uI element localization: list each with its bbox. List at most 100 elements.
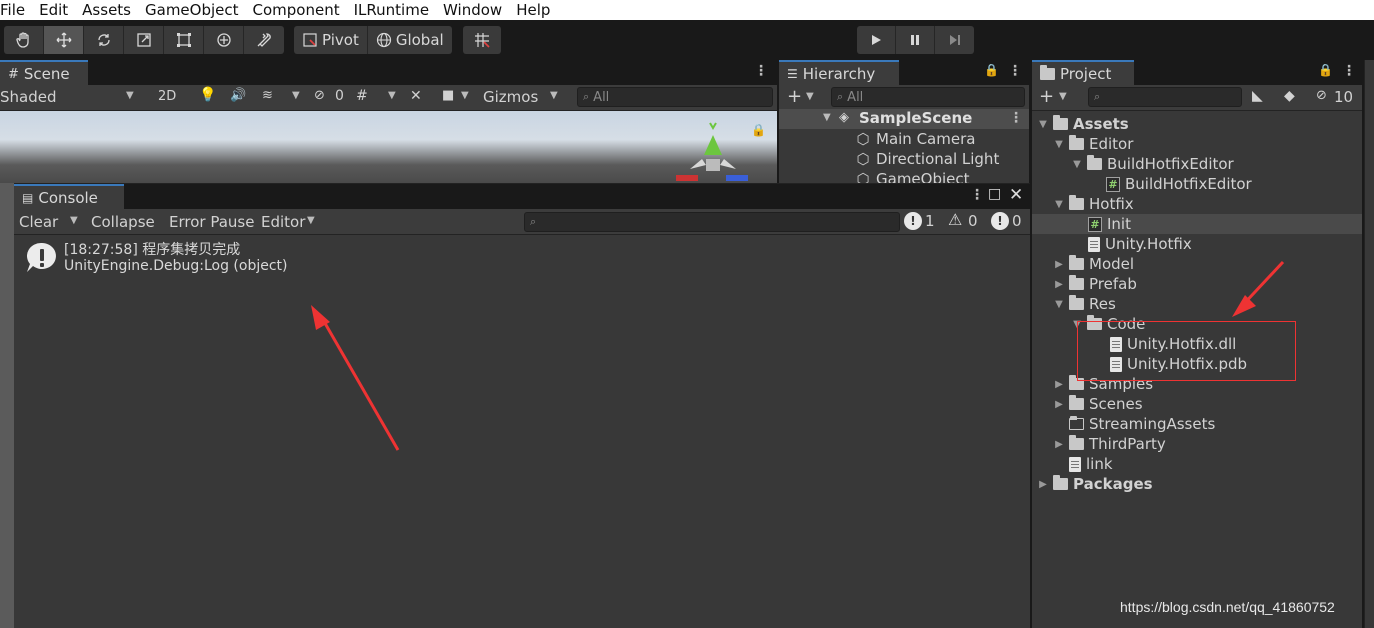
- collapse-toggle[interactable]: Collapse: [91, 213, 155, 231]
- tree-item-buildhotfixeditor-folder[interactable]: ▼ BuildHotfixEditor: [1072, 154, 1234, 174]
- scale-tool-button[interactable]: [124, 26, 164, 54]
- rect-tool-button[interactable]: [164, 26, 204, 54]
- menu-window[interactable]: Window: [443, 0, 509, 20]
- collapsed-triangle-icon[interactable]: ▶: [1054, 259, 1064, 270]
- console-search-input[interactable]: ⌕: [524, 212, 900, 232]
- open-folder-icon: [1069, 135, 1084, 150]
- expand-triangle-icon[interactable]: ▼: [1054, 299, 1064, 310]
- rotate-tool-button[interactable]: [84, 26, 124, 54]
- tab-console[interactable]: ▤ Console: [14, 184, 124, 210]
- collapsed-triangle-icon[interactable]: ▶: [1054, 439, 1064, 450]
- gizmos-dropdown[interactable]: Gizmos: [483, 88, 538, 106]
- expand-triangle-icon[interactable]: ▼: [823, 112, 831, 123]
- hidden-eye-icon[interactable]: ⊘: [1316, 88, 1327, 103]
- add-object-button[interactable]: +: [787, 86, 802, 107]
- kebab-menu-icon[interactable]: ⋮: [970, 187, 984, 203]
- log-entry[interactable]: [18:27:58] 程序集拷贝完成 UnityEngine.Debug:Log…: [14, 236, 1030, 276]
- kebab-menu-icon[interactable]: ⋮: [1342, 63, 1356, 79]
- tree-item-link[interactable]: link: [1054, 454, 1113, 474]
- hierarchy-item[interactable]: ⬡ Directional Light: [855, 149, 999, 169]
- collapsed-triangle-icon[interactable]: ▶: [1054, 279, 1064, 290]
- expand-triangle-icon[interactable]: ▼: [1054, 199, 1064, 210]
- tree-item-thirdparty[interactable]: ▶ ThirdParty: [1054, 434, 1166, 454]
- expand-triangle-icon[interactable]: ▼: [1072, 159, 1082, 170]
- clear-options-chevron-icon[interactable]: ▼: [70, 215, 78, 226]
- filter-by-label-icon[interactable]: ◆: [1284, 88, 1295, 104]
- play-button[interactable]: [857, 26, 896, 54]
- custom-tool-button[interactable]: [244, 26, 284, 54]
- camera-icon[interactable]: ■: [442, 88, 454, 103]
- tab-project[interactable]: Project: [1032, 60, 1134, 86]
- grid-snap-button[interactable]: [463, 26, 501, 54]
- hidden-eye-icon[interactable]: ⊘: [314, 88, 325, 103]
- kebab-menu-icon[interactable]: ⋮: [1009, 110, 1023, 126]
- error-pause-toggle[interactable]: Error Pause: [169, 213, 254, 231]
- collapsed-triangle-icon[interactable]: ▶: [1054, 399, 1064, 410]
- collapsed-triangle-icon[interactable]: ▶: [1054, 379, 1064, 390]
- transform-tool-button[interactable]: [204, 26, 244, 54]
- tab-hierarchy[interactable]: ☰ Hierarchy: [779, 60, 899, 86]
- scene-gizmo-axes-icon[interactable]: [670, 117, 760, 183]
- step-button[interactable]: [935, 26, 974, 54]
- grid-visibility-icon[interactable]: #: [356, 88, 368, 104]
- audio-icon[interactable]: 🔊: [230, 88, 246, 103]
- menu-ilruntime[interactable]: ILRuntime: [354, 0, 436, 20]
- tree-item-editor[interactable]: ▼ Editor: [1054, 134, 1133, 154]
- shading-mode-dropdown[interactable]: Shaded: [0, 88, 57, 106]
- tree-item-prefab[interactable]: ▶ Prefab: [1054, 274, 1137, 294]
- tree-item-buildhotfixeditor-script[interactable]: # BuildHotfixEditor: [1106, 174, 1252, 194]
- hierarchy-item[interactable]: ⬡ Main Camera: [855, 129, 975, 149]
- error-icon[interactable]: !: [991, 212, 1009, 230]
- menu-help[interactable]: Help: [516, 0, 557, 20]
- mode-2d-toggle[interactable]: 2D: [158, 89, 176, 104]
- editor-dropdown[interactable]: Editor: [261, 213, 305, 231]
- pivot-button[interactable]: Pivot: [294, 26, 368, 54]
- pause-button[interactable]: [896, 26, 935, 54]
- lock-icon[interactable]: 🔒: [984, 63, 999, 77]
- filter-by-type-icon[interactable]: ◣: [1252, 88, 1263, 104]
- clear-button[interactable]: Clear: [19, 213, 58, 231]
- maximize-icon[interactable]: □: [988, 186, 1001, 202]
- tree-item-unity-hotfix-asmdef[interactable]: Unity.Hotfix: [1088, 234, 1192, 254]
- lightbulb-icon[interactable]: 💡: [199, 87, 216, 103]
- tab-scene[interactable]: # Scene: [0, 60, 88, 86]
- selected-row-highlight: [1032, 214, 1362, 234]
- lock-icon[interactable]: 🔒: [751, 123, 766, 137]
- tree-item-res[interactable]: ▼ Res: [1054, 294, 1116, 314]
- warning-icon[interactable]: ⚠: [948, 210, 962, 229]
- tools-icon[interactable]: ✕: [410, 88, 422, 104]
- menu-gameobject[interactable]: GameObject: [145, 0, 246, 20]
- menu-assets[interactable]: Assets: [82, 0, 138, 20]
- tree-item-hotfix[interactable]: ▼ Hotfix: [1054, 194, 1134, 214]
- menu-file[interactable]: File: [0, 0, 32, 20]
- expand-triangle-icon[interactable]: ▼: [1038, 119, 1048, 130]
- expand-triangle-icon[interactable]: ▼: [1054, 139, 1064, 150]
- project-search-input[interactable]: ⌕: [1088, 87, 1242, 107]
- create-asset-button[interactable]: +: [1039, 86, 1054, 107]
- tree-item-streamingassets[interactable]: StreamingAssets: [1054, 414, 1215, 434]
- kebab-menu-icon[interactable]: ⋮: [1008, 63, 1022, 79]
- hand-tool-button[interactable]: [4, 26, 44, 54]
- tree-item-scenes[interactable]: ▶ Scenes: [1054, 394, 1143, 414]
- open-folder-icon: [1087, 155, 1102, 170]
- info-icon[interactable]: !: [904, 212, 922, 230]
- tree-item-label: Prefab: [1089, 275, 1137, 293]
- effects-icon[interactable]: ≋: [262, 88, 273, 103]
- scene-root-row[interactable]: ▼ ◈ SampleScene ⋮: [779, 109, 1029, 129]
- menu-edit[interactable]: Edit: [39, 0, 75, 20]
- scene-viewport[interactable]: 🔒: [0, 111, 777, 183]
- tree-item-model[interactable]: ▶ Model: [1054, 254, 1134, 274]
- scene-toolbar: Shaded ▼ 2D 💡 🔊 ≋ ▼ ⊘ 0 # ▼ ✕ ■ ▼ Gizmos…: [0, 85, 777, 111]
- tree-item-assets[interactable]: ▼ Assets: [1038, 114, 1129, 134]
- hierarchy-search-input[interactable]: ⌕ All: [831, 87, 1025, 107]
- lock-icon[interactable]: 🔒: [1318, 63, 1333, 77]
- menu-component[interactable]: Component: [253, 0, 347, 20]
- close-icon[interactable]: ✕: [1009, 185, 1023, 205]
- collapsed-triangle-icon[interactable]: ▶: [1038, 479, 1048, 490]
- scene-search-input[interactable]: ⌕ All: [577, 87, 773, 107]
- move-tool-button[interactable]: [44, 26, 84, 54]
- global-button[interactable]: Global: [368, 26, 452, 54]
- tree-item-init[interactable]: # Init: [1088, 214, 1131, 234]
- kebab-menu-icon[interactable]: ⋮: [754, 63, 768, 79]
- tree-item-packages[interactable]: ▶ Packages: [1038, 474, 1153, 494]
